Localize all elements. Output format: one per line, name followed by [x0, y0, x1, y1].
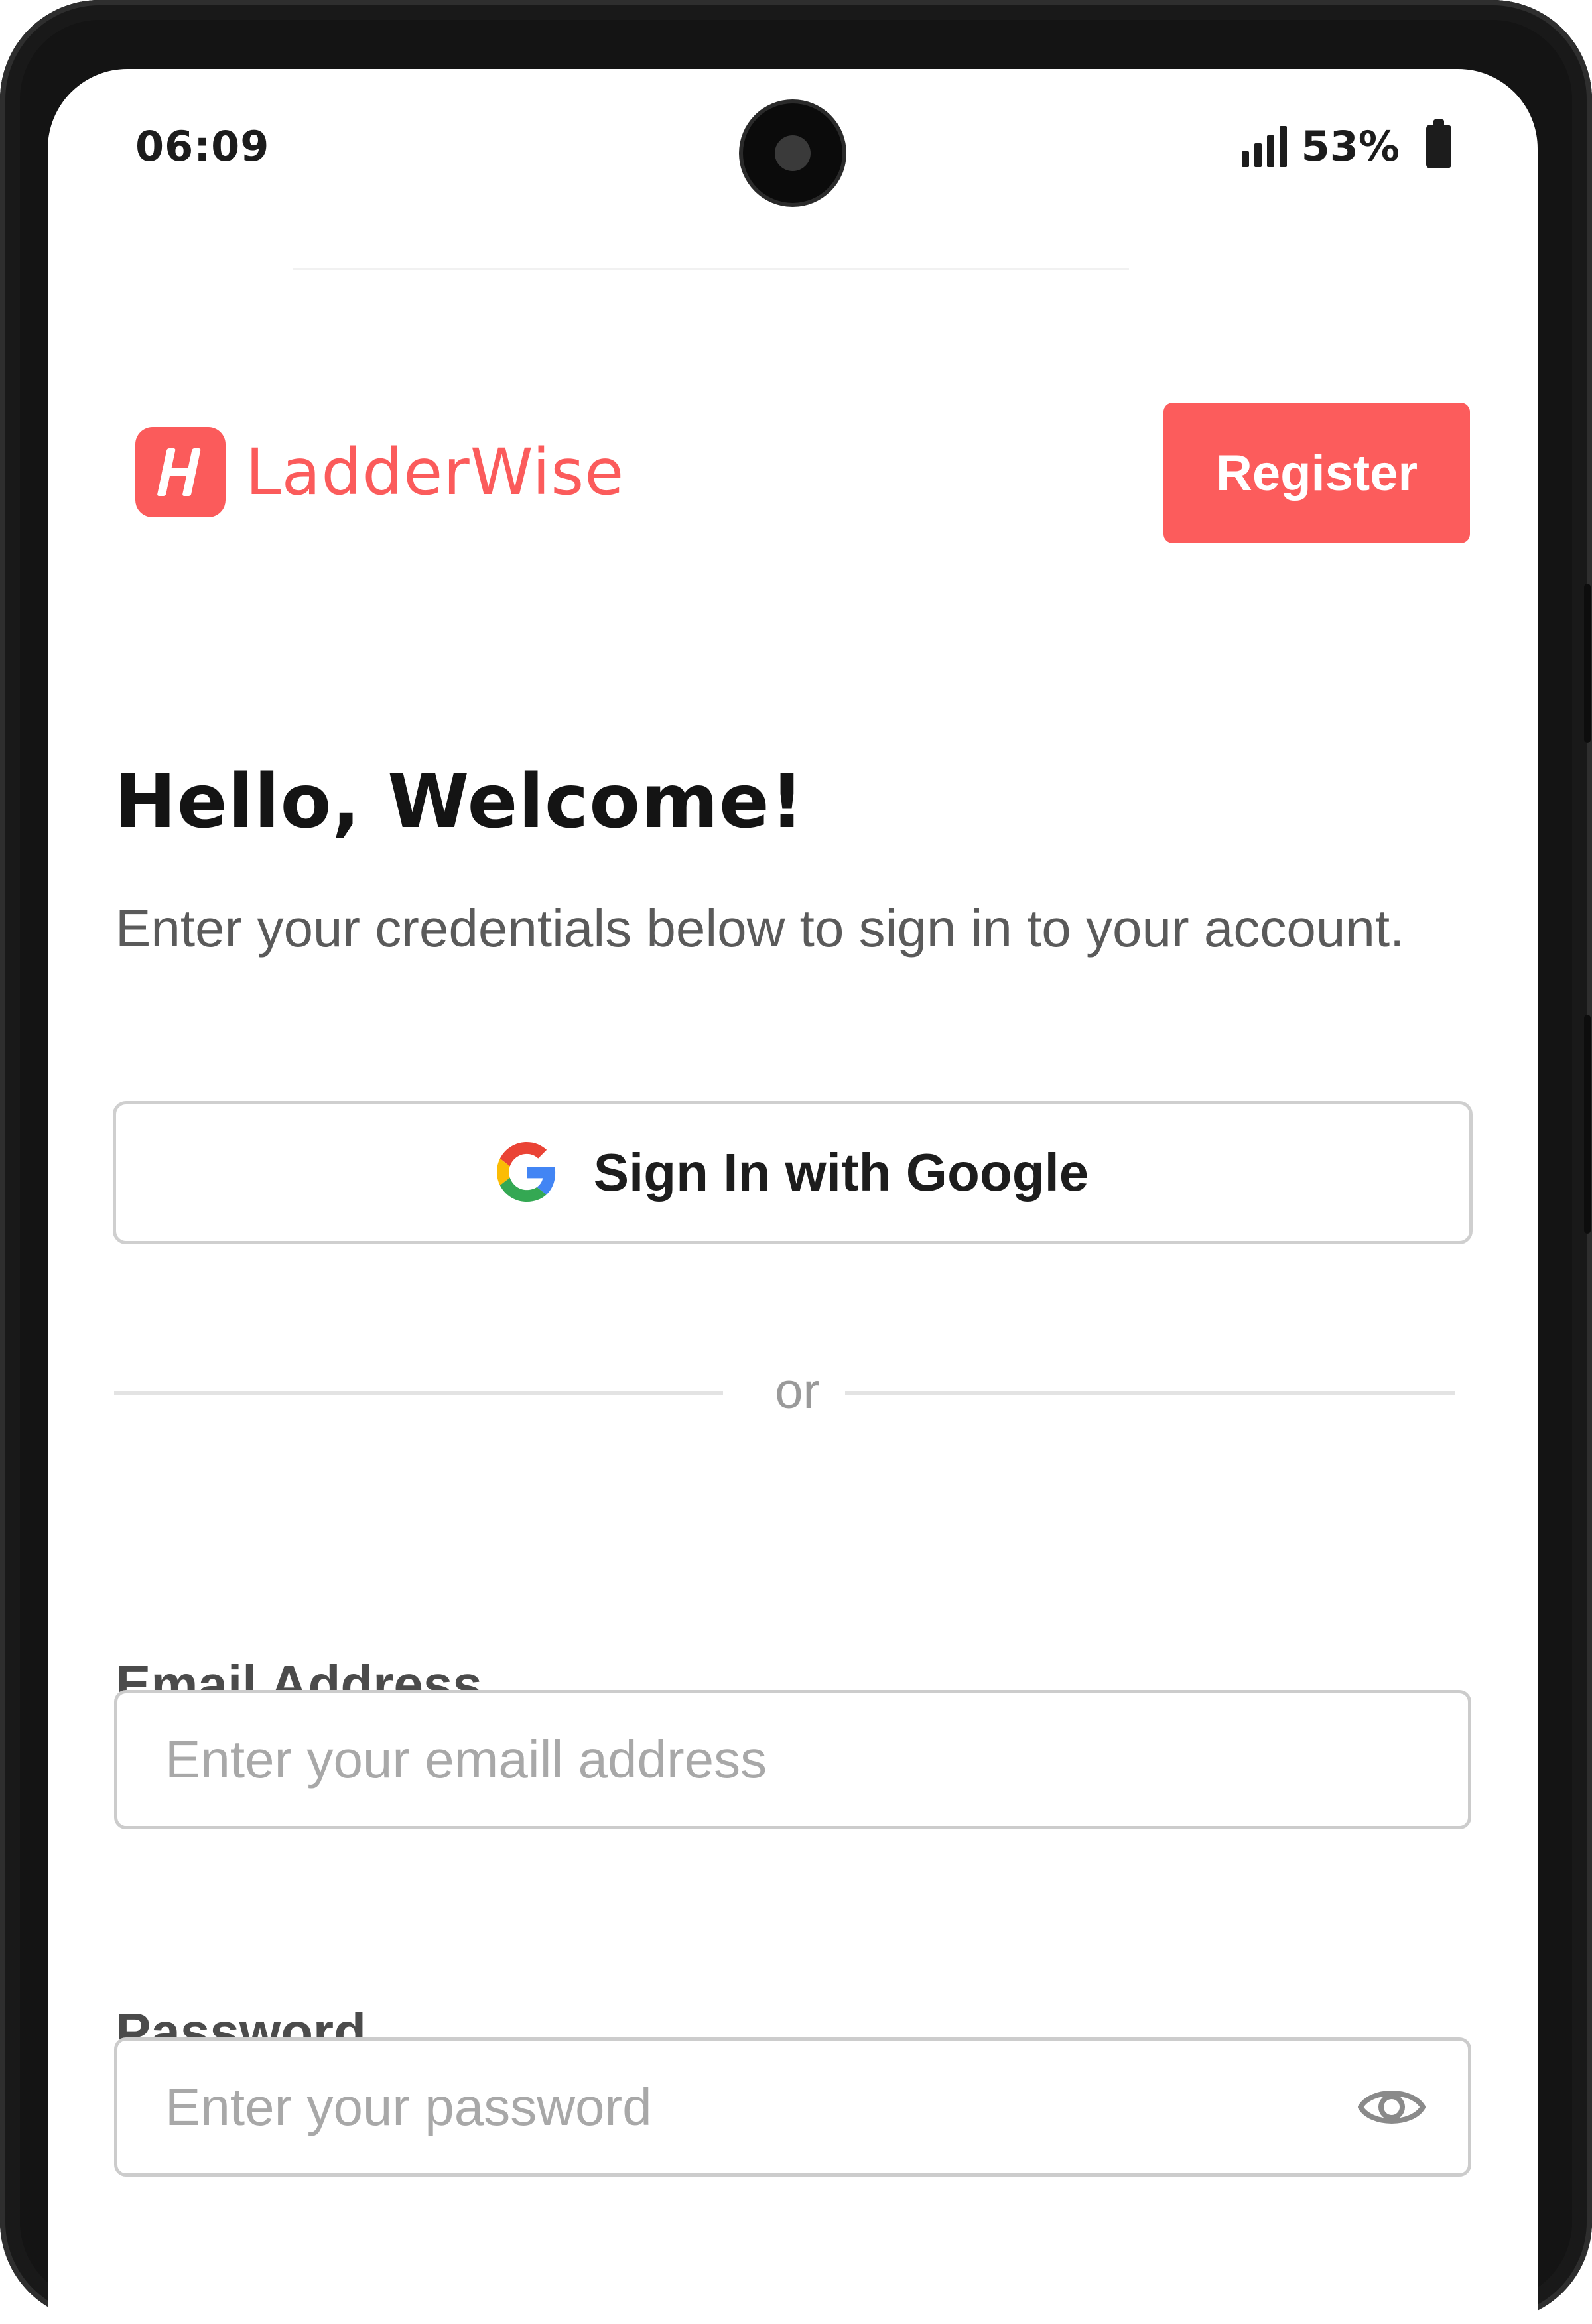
- ladderwise-logo-icon: [135, 427, 226, 517]
- camera-lens: [775, 135, 811, 171]
- google-signin-label: Sign In with Google: [593, 1143, 1089, 1202]
- top-divider: [293, 268, 1129, 270]
- password-field-box: [114, 2037, 1471, 2177]
- phone-frame: 06:09 53% LadderWise Register Hello, Wel…: [0, 0, 1592, 2324]
- google-signin-button[interactable]: Sign In with Google: [113, 1101, 1473, 1244]
- page-title: Hello, Welcome!: [114, 759, 805, 845]
- status-indicators: 53%: [1241, 119, 1451, 170]
- register-button[interactable]: Register: [1163, 403, 1470, 543]
- divider-or-text: or: [775, 1363, 820, 1419]
- divider-line-right: [845, 1391, 1455, 1395]
- email-input[interactable]: [164, 1693, 1292, 1826]
- page-subtitle: Enter your credentials below to sign in …: [115, 899, 1405, 958]
- status-time: 06:09: [135, 122, 270, 170]
- signal-icon: [1241, 125, 1287, 167]
- side-key: [1584, 584, 1591, 743]
- brand-logo[interactable]: LadderWise: [135, 427, 624, 517]
- side-key: [1584, 1015, 1591, 1234]
- google-icon: [496, 1141, 557, 1204]
- divider-line-left: [114, 1391, 723, 1395]
- app-screen: 06:09 53% LadderWise Register Hello, Wel…: [48, 69, 1538, 2324]
- brand-name: LadderWise: [245, 435, 625, 509]
- email-field-box: [114, 1690, 1471, 1829]
- eye-icon[interactable]: [1357, 2081, 1427, 2134]
- battery-icon: [1426, 119, 1451, 168]
- front-camera: [743, 103, 842, 203]
- battery-percentage: 53%: [1301, 122, 1400, 170]
- password-input[interactable]: [164, 2041, 1292, 2173]
